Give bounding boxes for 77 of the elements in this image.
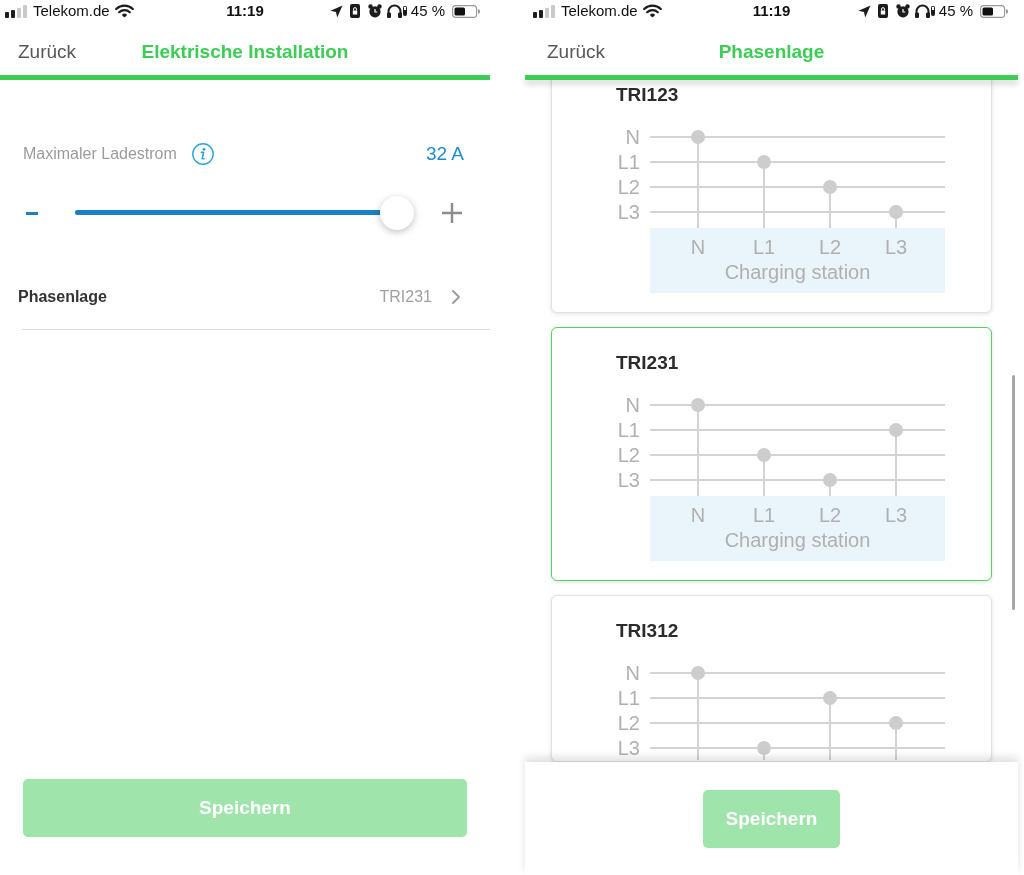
setting-value: TRI231 bbox=[379, 287, 432, 307]
plus-icon[interactable] bbox=[442, 203, 462, 223]
line-label: N bbox=[625, 394, 640, 416]
line-label: L1 bbox=[617, 151, 640, 173]
chevron-right-icon[interactable] bbox=[452, 290, 460, 304]
lock-icon bbox=[877, 4, 888, 18]
carrier-name: Telekom.de bbox=[561, 2, 638, 20]
back-button[interactable]: Zurück bbox=[547, 38, 606, 67]
connection-dot-icon bbox=[757, 741, 771, 755]
connection-dot-icon bbox=[823, 473, 837, 487]
battery-icon bbox=[980, 4, 1008, 18]
connection-dot-icon bbox=[691, 666, 705, 680]
signal-icon bbox=[5, 4, 27, 18]
screen-title: Elektrische Installation bbox=[141, 40, 349, 65]
small-battery-icon bbox=[402, 6, 407, 16]
terminal-label: L2 bbox=[818, 236, 842, 258]
alarm-clock-icon bbox=[895, 4, 910, 18]
connection-dot-icon bbox=[889, 716, 903, 730]
line-label: L2 bbox=[617, 176, 640, 198]
back-button[interactable]: Zurück bbox=[18, 38, 77, 67]
terminal-label: L3 bbox=[884, 236, 908, 258]
info-icon[interactable] bbox=[191, 143, 214, 165]
minus-icon[interactable] bbox=[26, 211, 38, 215]
terminal-label: L1 bbox=[752, 236, 776, 258]
setting-label: Phasenlage bbox=[18, 287, 107, 307]
option-title: TRI123 bbox=[616, 83, 680, 107]
phase-option-card[interactable]: TRI312 N L1 L2 L3 bbox=[551, 595, 992, 762]
line-label: L1 bbox=[617, 419, 640, 441]
station-label: Charging station bbox=[724, 261, 871, 283]
line-label: N bbox=[625, 126, 640, 148]
location-arrow-icon bbox=[329, 4, 343, 18]
alarm-clock-icon bbox=[367, 4, 382, 18]
wifi-icon bbox=[114, 4, 134, 18]
battery-percentage: 45 % bbox=[410, 2, 445, 20]
battery-icon bbox=[452, 4, 480, 18]
line-label: L3 bbox=[617, 201, 640, 223]
terminal-label: L2 bbox=[818, 504, 842, 526]
slider-thumb[interactable] bbox=[380, 196, 414, 230]
wifi-icon bbox=[642, 4, 662, 18]
terminal-label: L1 bbox=[752, 504, 776, 526]
headphones-icon bbox=[914, 4, 930, 18]
connection-dot-icon bbox=[691, 130, 705, 144]
battery-percentage: 45 % bbox=[938, 2, 973, 20]
connection-dot-icon bbox=[823, 180, 837, 194]
line-label: L1 bbox=[617, 687, 640, 709]
option-title: TRI312 bbox=[616, 619, 680, 643]
clock-time: 11:19 bbox=[752, 2, 791, 20]
current-value: 32 A bbox=[425, 142, 464, 166]
connection-dot-icon bbox=[823, 691, 837, 705]
terminal-label: N bbox=[690, 504, 706, 526]
terminal-label: L3 bbox=[884, 504, 908, 526]
location-arrow-icon bbox=[857, 4, 871, 18]
small-battery-icon bbox=[930, 6, 935, 16]
scrollbar-thumb[interactable] bbox=[1012, 375, 1015, 610]
line-label: L2 bbox=[617, 444, 640, 466]
phase-option-card[interactable]: TRI123 N L1 L2 L3 N L1 L2 L3 Charging station bbox=[551, 80, 992, 313]
connection-dot-icon bbox=[757, 448, 771, 462]
option-title: TRI231 bbox=[616, 351, 680, 375]
setting-label: Maximaler Ladestrom bbox=[23, 144, 177, 164]
terminal-label: N bbox=[690, 236, 706, 258]
lock-icon bbox=[349, 4, 360, 18]
line-label: L3 bbox=[617, 469, 640, 491]
clock-time: 11:19 bbox=[226, 2, 264, 20]
signal-icon bbox=[533, 4, 555, 18]
phase-option-card[interactable]: TRI231 N L1 L2 L3 N L1 L2 L3 Charging station bbox=[551, 327, 992, 581]
carrier-name: Telekom.de bbox=[33, 2, 110, 20]
connection-dot-icon bbox=[889, 205, 903, 219]
headphones-icon bbox=[386, 4, 402, 18]
station-label: Charging station bbox=[724, 529, 871, 551]
slider-track[interactable] bbox=[75, 196, 414, 230]
screen-title: Phasenlage bbox=[718, 40, 825, 65]
line-label: L2 bbox=[617, 712, 640, 734]
line-label: N bbox=[625, 662, 640, 684]
line-label: L3 bbox=[617, 737, 640, 759]
connection-dot-icon bbox=[691, 398, 705, 412]
connection-dot-icon bbox=[757, 155, 771, 169]
connection-dot-icon bbox=[889, 423, 903, 437]
